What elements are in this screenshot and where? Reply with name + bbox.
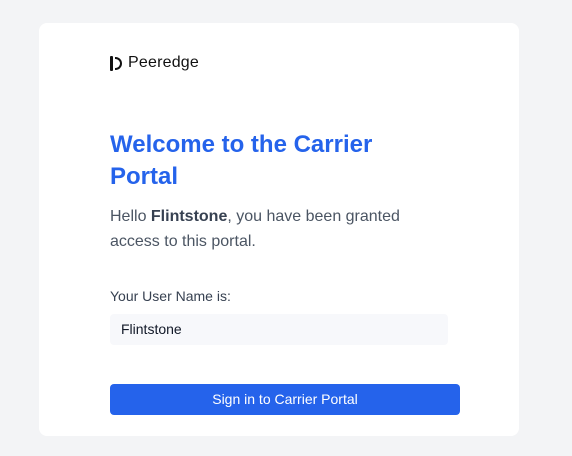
page-title: Welcome to the Carrier Portal [110, 131, 373, 190]
greeting-prefix: Hello [110, 208, 151, 225]
greeting-text: Hello Flintstone, you have been granted … [110, 204, 440, 254]
signin-button[interactable]: Sign in to Carrier Portal [110, 384, 460, 415]
brand-name: Peeredge [128, 54, 199, 71]
peeredge-logo-icon [110, 54, 122, 72]
username-field: Flintstone [110, 314, 448, 345]
welcome-card: Peeredge Welcome to the Carrier Portal H… [39, 23, 519, 436]
brand-logo: Peeredge [110, 54, 199, 72]
greeting-username: Flintstone [150, 208, 228, 225]
username-label: Your User Name is: [110, 288, 231, 304]
